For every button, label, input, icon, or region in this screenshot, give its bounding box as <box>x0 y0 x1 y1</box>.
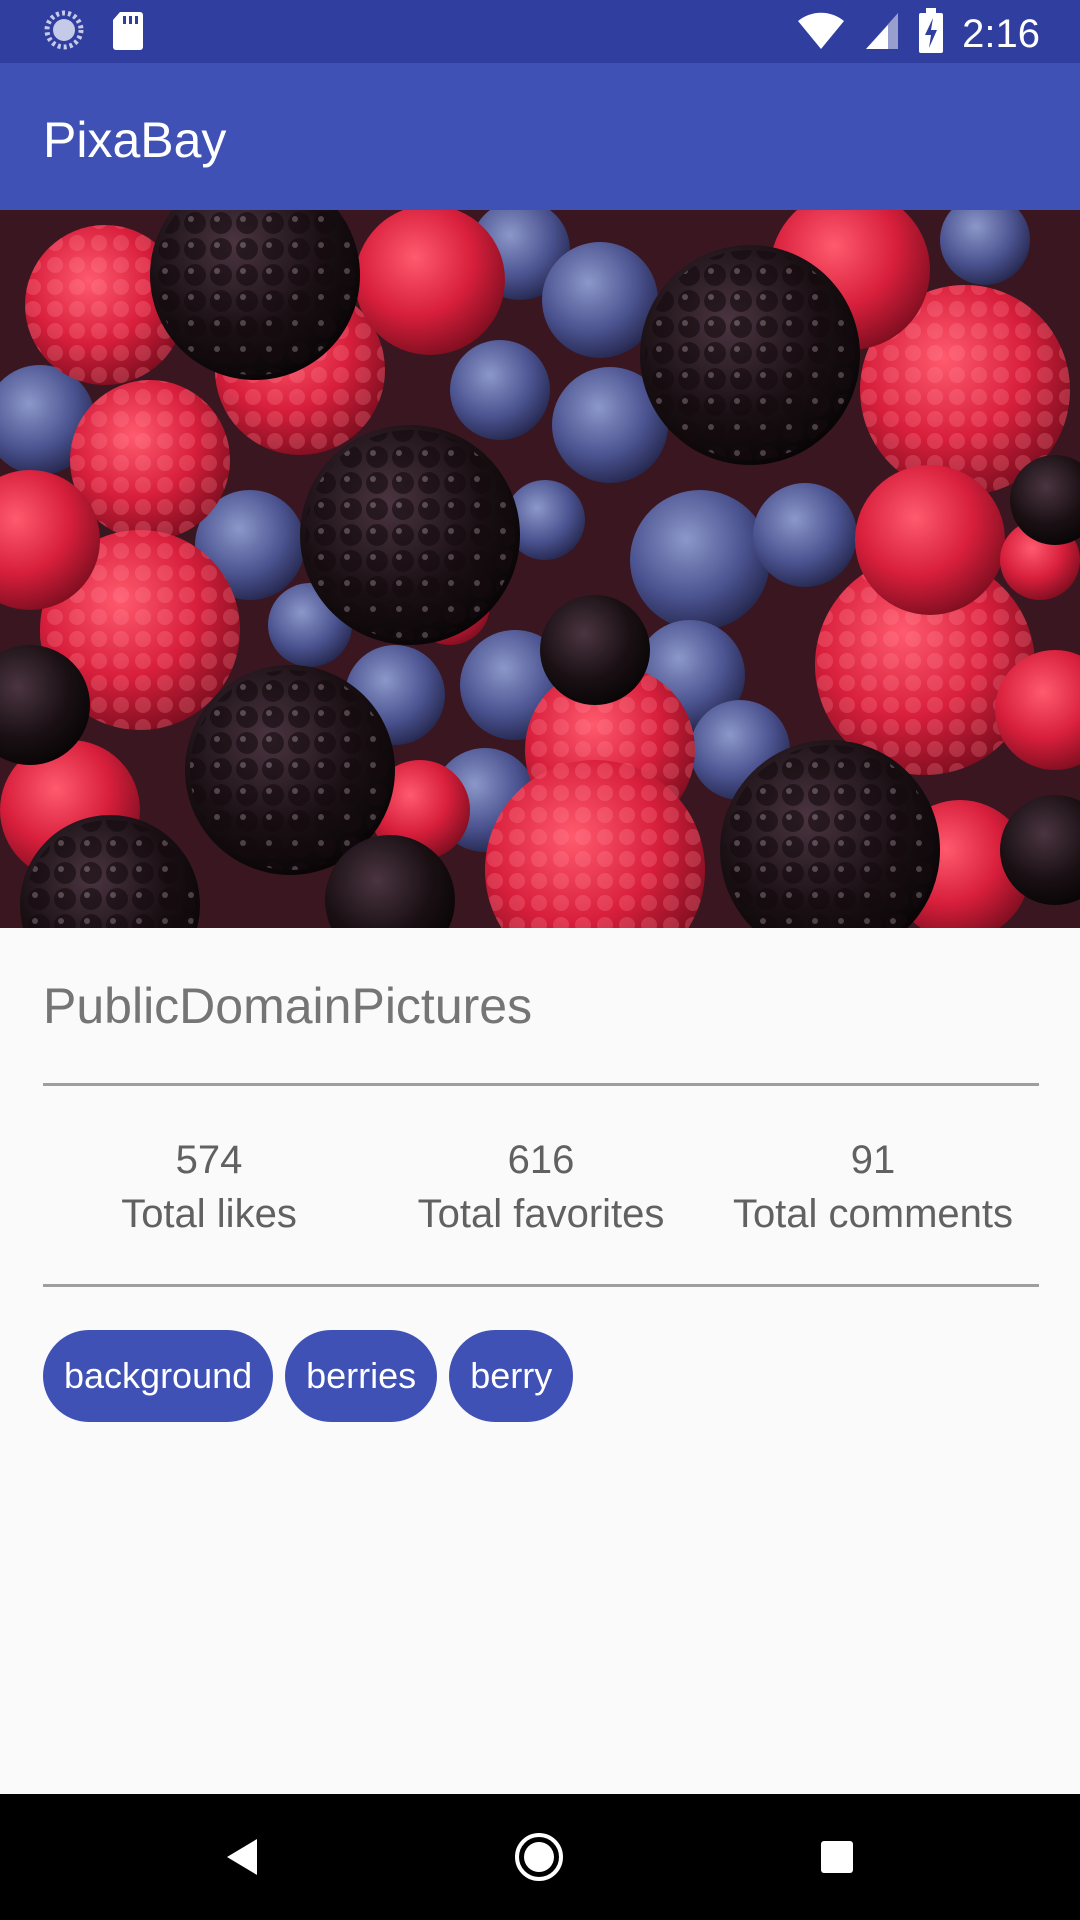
stat-likes-value: 574 <box>175 1138 243 1182</box>
wifi-icon <box>796 11 846 56</box>
tag-chip[interactable]: berries <box>285 1330 438 1422</box>
tag-chip[interactable]: background <box>43 1330 274 1422</box>
divider-bottom <box>43 1284 1039 1287</box>
stat-comments-value: 91 <box>850 1138 896 1182</box>
tag-list: background berries berry <box>43 1330 574 1422</box>
stat-likes-label: Total likes <box>121 1192 297 1236</box>
divider-top <box>43 1083 1039 1086</box>
app-title: PixaBay <box>43 112 227 168</box>
stats-row: 574 Total likes 616 Total favorites 91 T… <box>43 1135 1039 1243</box>
signal-icon <box>864 11 900 56</box>
sync-icon <box>44 10 84 55</box>
stat-favorites-value: 616 <box>507 1138 575 1182</box>
recents-icon[interactable] <box>806 1826 868 1888</box>
status-bar: 2:16 <box>0 0 1080 63</box>
stat-favorites: 616 Total favorites <box>375 1135 707 1243</box>
back-icon[interactable] <box>210 1826 272 1888</box>
navigation-bar <box>0 1794 1080 1920</box>
stat-comments-label: Total comments <box>732 1192 1014 1236</box>
app-bar: PixaBay <box>0 63 1080 210</box>
status-time: 2:16 <box>962 11 1040 56</box>
stat-favorites-label: Total favorites <box>417 1192 665 1236</box>
stat-comments: 91 Total comments <box>707 1135 1039 1243</box>
sd-card-icon <box>112 10 144 55</box>
home-icon[interactable] <box>508 1826 570 1888</box>
berries-photo[interactable] <box>0 210 1080 928</box>
author-name: PublicDomainPictures <box>43 978 533 1034</box>
stat-likes: 574 Total likes <box>43 1135 375 1243</box>
tag-chip[interactable]: berry <box>449 1330 574 1422</box>
battery-charging-icon <box>918 8 944 59</box>
